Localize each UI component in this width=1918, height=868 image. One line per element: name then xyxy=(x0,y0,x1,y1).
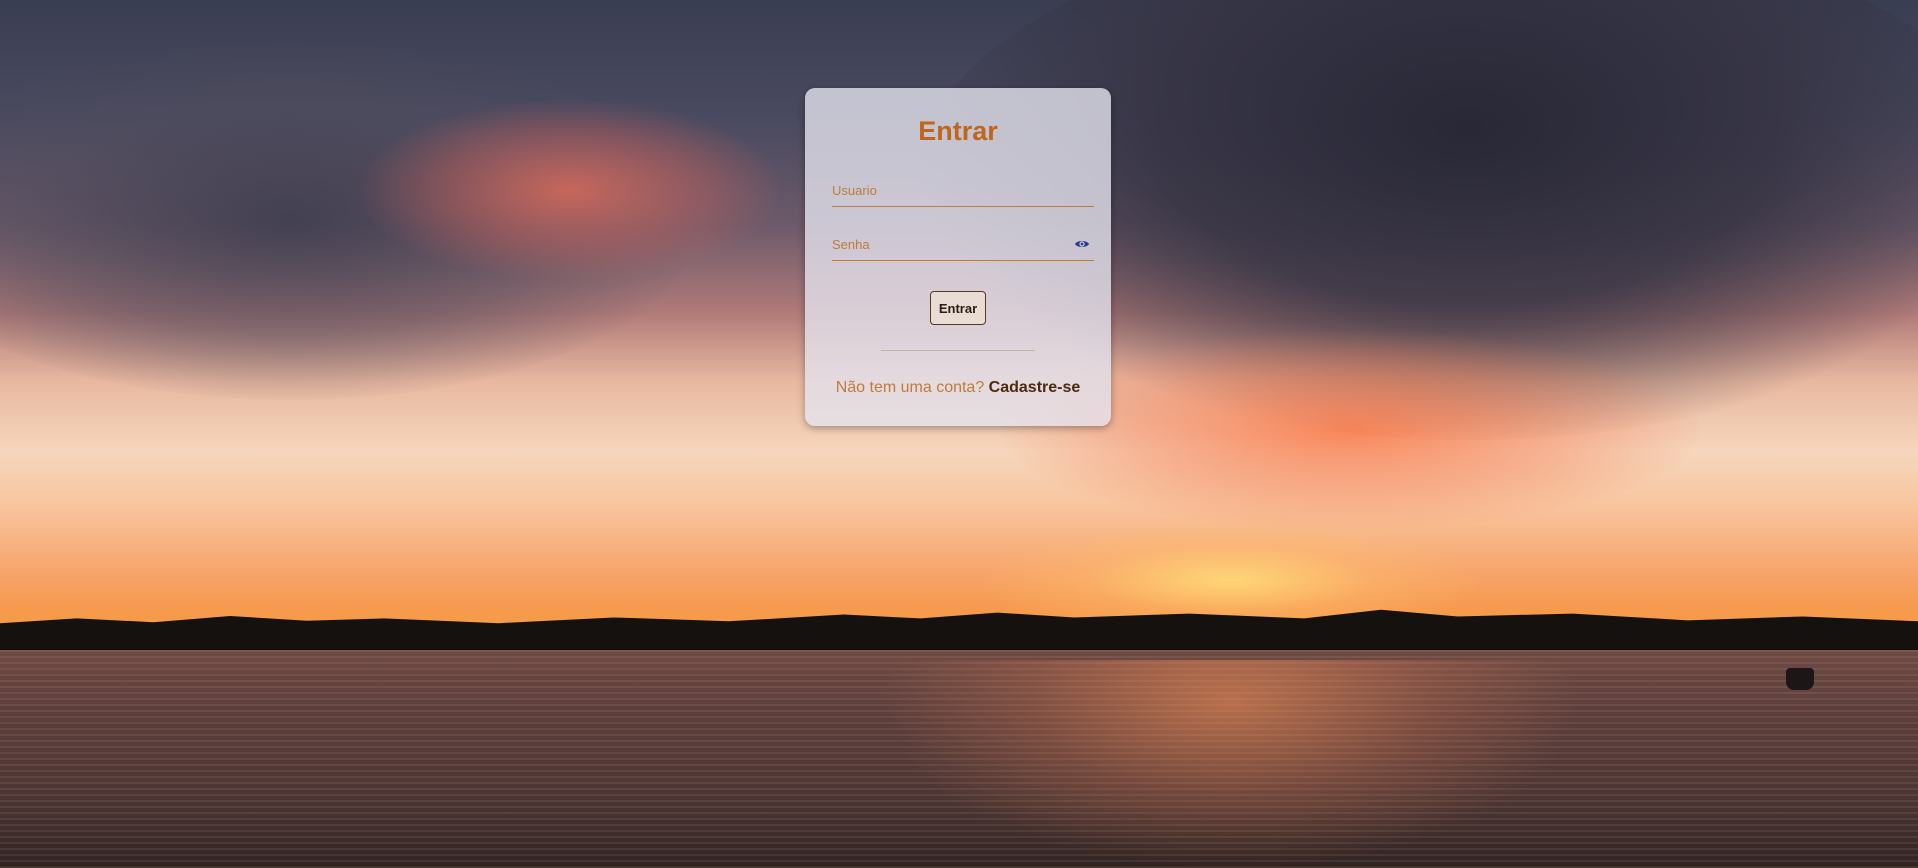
login-submit-button[interactable]: Entrar xyxy=(930,291,986,325)
signup-line: Não tem uma conta? Cadastre-se xyxy=(805,379,1111,397)
signup-link[interactable]: Cadastre-se xyxy=(989,379,1081,396)
username-input[interactable] xyxy=(832,176,1062,204)
password-field[interactable] xyxy=(832,230,1094,261)
sun-reflection xyxy=(880,660,1580,868)
login-title: Entrar xyxy=(918,116,998,146)
login-card: Entrar Entrar Não tem uma conta? Cadastr… xyxy=(805,88,1111,426)
signup-prompt: Não tem uma conta? xyxy=(835,379,989,396)
treeline-silhouette xyxy=(0,609,1918,652)
boat-silhouette xyxy=(1786,668,1814,690)
password-input[interactable] xyxy=(832,230,1062,258)
background-scene: Entrar Entrar Não tem uma conta? Cadastr… xyxy=(0,0,1918,868)
eye-icon[interactable] xyxy=(1074,236,1090,252)
username-field[interactable] xyxy=(832,176,1094,207)
background-cloud xyxy=(360,100,780,280)
divider xyxy=(881,350,1035,351)
